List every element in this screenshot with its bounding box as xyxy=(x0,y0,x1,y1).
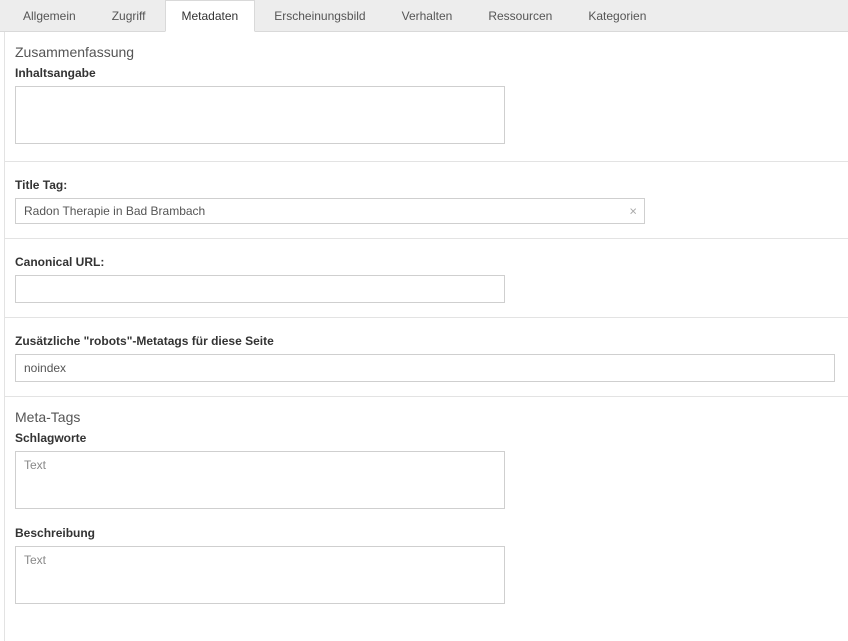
tab-general[interactable]: Allgemein xyxy=(6,0,93,31)
tab-behavior[interactable]: Verhalten xyxy=(385,0,470,31)
titletag-input-wrap: × xyxy=(15,198,645,224)
tab-resources[interactable]: Ressourcen xyxy=(471,0,569,31)
canonical-panel: Canonical URL: xyxy=(5,239,848,318)
robots-panel: Zusätzliche "robots"-Metatags für diese … xyxy=(5,318,848,397)
metatags-panel: Meta-Tags Schlagworte Beschreibung xyxy=(5,397,848,621)
description-textarea[interactable] xyxy=(15,546,505,604)
titletag-panel: Title Tag: × xyxy=(5,162,848,239)
abstract-textarea[interactable] xyxy=(15,86,505,144)
tab-bar: Allgemein Zugriff Metadaten Erscheinungs… xyxy=(0,0,848,32)
tab-appearance[interactable]: Erscheinungsbild xyxy=(257,0,382,31)
canonical-input[interactable] xyxy=(15,275,505,303)
clear-titletag-icon[interactable]: × xyxy=(629,205,637,218)
canonical-label: Canonical URL: xyxy=(15,255,842,269)
keywords-textarea[interactable] xyxy=(15,451,505,509)
tab-metadata[interactable]: Metadaten xyxy=(165,0,256,32)
abstract-label: Inhaltsangabe xyxy=(15,66,842,80)
metadata-page: Allgemein Zugriff Metadaten Erscheinungs… xyxy=(0,0,848,641)
keywords-label: Schlagworte xyxy=(15,431,842,445)
titletag-label: Title Tag: xyxy=(15,178,842,192)
description-label: Beschreibung xyxy=(15,526,842,540)
robots-label: Zusätzliche "robots"-Metatags für diese … xyxy=(15,334,842,348)
content-area: Zusammenfassung Inhaltsangabe Title Tag:… xyxy=(4,32,848,641)
robots-select[interactable]: noindex xyxy=(15,354,835,382)
summary-panel: Zusammenfassung Inhaltsangabe xyxy=(5,32,848,162)
metatags-heading: Meta-Tags xyxy=(15,409,842,425)
titletag-input[interactable] xyxy=(15,198,645,224)
tab-access[interactable]: Zugriff xyxy=(95,0,163,31)
summary-heading: Zusammenfassung xyxy=(15,44,842,60)
tab-categories[interactable]: Kategorien xyxy=(571,0,663,31)
